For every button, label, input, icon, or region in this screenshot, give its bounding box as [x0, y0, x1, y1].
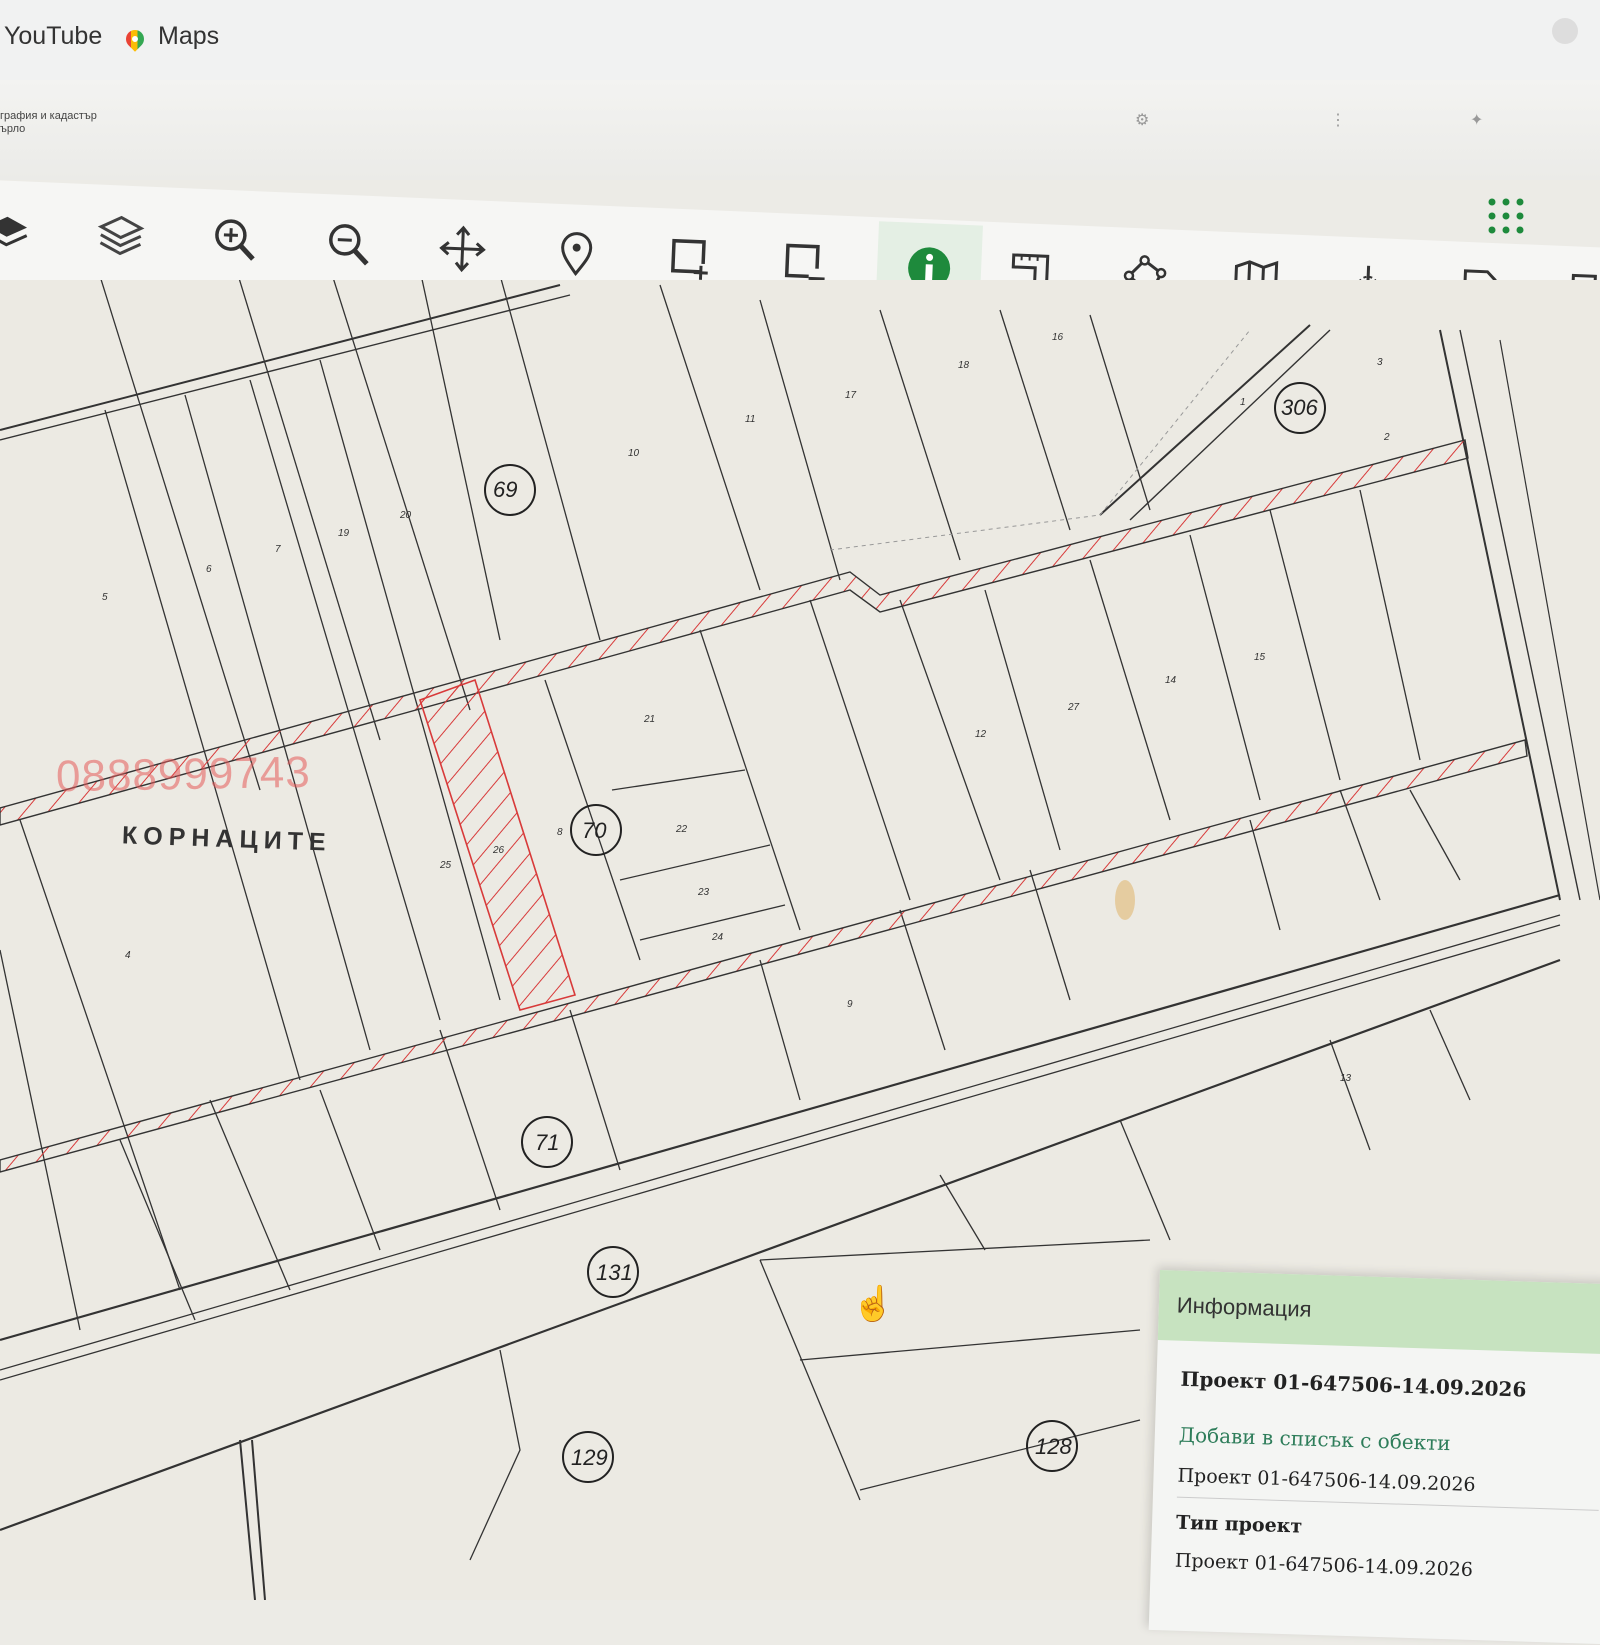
parcel-number: 27	[1067, 702, 1080, 713]
project-type-value: Проект 01-647506-14.09.2026	[1175, 1550, 1597, 1585]
project-type-label: Тип проект	[1176, 1512, 1598, 1547]
block-label: 131	[596, 1260, 633, 1285]
add-selection-icon	[664, 232, 716, 284]
pan-button[interactable]	[424, 210, 501, 287]
hand-cursor-icon: ☝	[852, 1284, 894, 1324]
parcel-number: 19	[338, 528, 350, 539]
parcel-number: 18	[958, 360, 970, 371]
phone-watermark: 0888999743	[56, 748, 312, 802]
parcel-number: 3	[1377, 357, 1383, 368]
parcel-number: 13	[1340, 1073, 1352, 1084]
bookmark-youtube[interactable]: YouTube	[4, 22, 102, 51]
parcel-number: 10	[628, 448, 640, 459]
block-label: 71	[535, 1130, 559, 1155]
settings-icon[interactable]: ⚙	[1135, 110, 1149, 130]
parcel-number: 21	[643, 714, 655, 725]
bookmark-youtube-label: YouTube	[4, 22, 102, 51]
parcel-number: 4	[125, 950, 131, 961]
parcel-number: 23	[697, 887, 710, 898]
stain	[1115, 880, 1135, 920]
help-icon[interactable]: ✦	[1470, 110, 1483, 130]
bookmarks-bar: YouTube Maps	[0, 0, 1600, 81]
base-layers-icon	[0, 204, 33, 256]
base-layers-button[interactable]	[0, 191, 45, 268]
parcel-number: 5	[102, 592, 108, 603]
parcel-number: 25	[439, 860, 452, 871]
block-label: 306	[1281, 395, 1318, 420]
parcel-number: 15	[1254, 652, 1266, 663]
block-label: 70	[582, 818, 607, 843]
info-panel: Информация Проект 01-647506-14.09.2026 Д…	[1149, 1270, 1600, 1645]
layers-icon	[95, 209, 147, 261]
block-label: 129	[571, 1445, 608, 1470]
parcel-number: 16	[1052, 332, 1064, 343]
app-title: графия и кадастър ърло	[0, 110, 97, 136]
maps-pin-icon	[122, 26, 147, 51]
zoom-in-button[interactable]	[196, 201, 273, 278]
dashed-boundary	[830, 515, 1100, 550]
bookmark-maps-label: Maps	[158, 22, 219, 51]
profile-icon[interactable]	[1552, 18, 1578, 44]
parcel-number: 11	[745, 414, 755, 425]
parcel-number: 12	[975, 729, 987, 740]
add-to-list-link[interactable]: Добави в списък с обекти	[1178, 1423, 1600, 1460]
layers-button[interactable]	[82, 196, 159, 273]
parcel-number: 7	[275, 544, 281, 555]
parcel-number: 1	[1240, 397, 1246, 408]
apps-grid-button[interactable]	[1486, 196, 1526, 236]
zoom-in-icon	[209, 213, 261, 265]
zoom-out-button[interactable]	[310, 206, 387, 283]
parcel-number: 9	[847, 999, 853, 1010]
zoom-out-icon	[323, 218, 375, 270]
pan-icon	[437, 223, 489, 275]
parcel-number: 17	[845, 390, 857, 401]
menu-dots-icon[interactable]: ⋮	[1330, 110, 1346, 130]
app-title-line2: ърло	[0, 123, 97, 136]
parcel-number: 24	[711, 932, 724, 943]
parcel-number: 20	[399, 510, 412, 521]
parcel-number: 2	[1383, 432, 1390, 443]
app-header: графия и кадастър ърло ⚙ ⋮ ✦	[0, 80, 1600, 180]
app-title-line1: графия и кадастър	[0, 110, 97, 123]
location-pin-icon	[550, 228, 602, 280]
bookmark-maps[interactable]: Maps	[126, 22, 219, 51]
project-value: Проект 01-647506-14.09.2026	[1177, 1465, 1600, 1511]
apps-grid-icon	[1486, 196, 1526, 236]
project-title: Проект 01-647506-14.09.2026	[1180, 1367, 1600, 1404]
block-label: 128	[1035, 1434, 1072, 1459]
parcel-number: 22	[675, 824, 688, 835]
block-label: 69	[493, 477, 517, 502]
parcel-number: 8	[557, 827, 563, 838]
parcel-number: 6	[206, 564, 212, 575]
parcel-number: 14	[1165, 675, 1177, 686]
parcel-number: 26	[492, 845, 505, 856]
